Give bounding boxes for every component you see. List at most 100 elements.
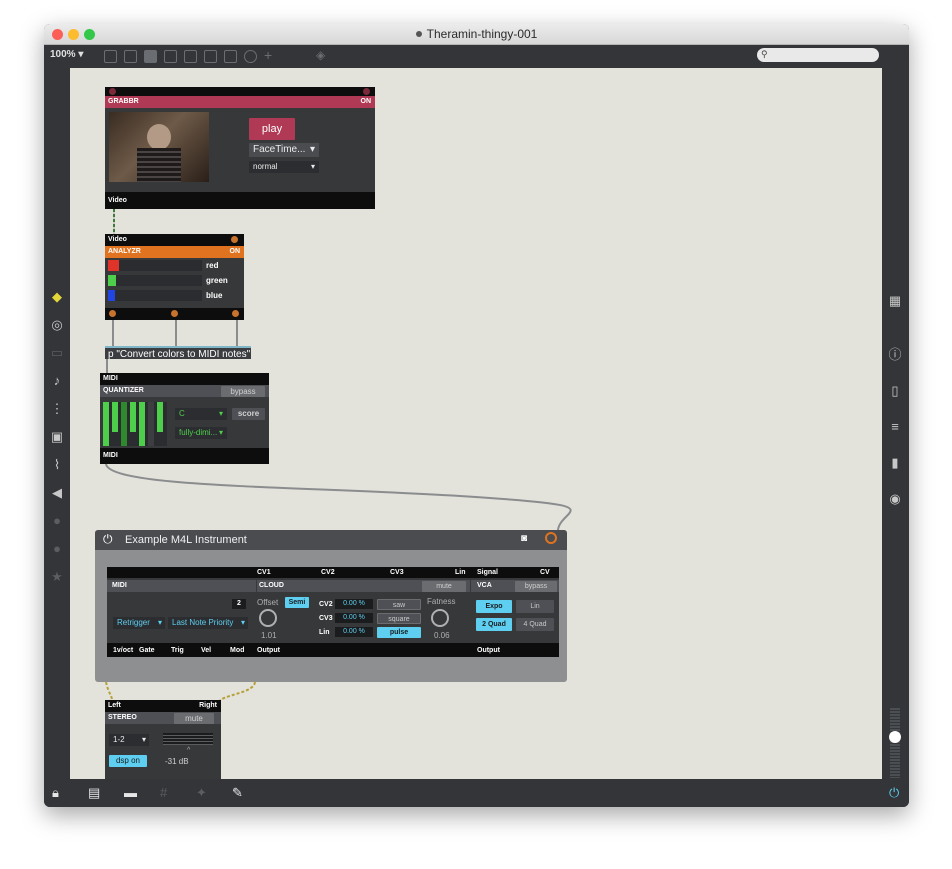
cv2-value[interactable]: 0.00 %: [335, 599, 373, 609]
right-sidebar: ▦ ⓘ ▯ ≡ ▮ ◉: [882, 68, 908, 779]
stereo-inputs: Left Right: [105, 700, 221, 712]
object-icon[interactable]: [164, 50, 177, 63]
grid-toggle-icon[interactable]: #: [160, 786, 167, 800]
left-sidebar: ◆ ◎ ▭ ♪ ⋮ ▣ ⌇ ◀ ● ● ★: [44, 68, 70, 779]
voices-number[interactable]: 2: [232, 599, 246, 609]
list-icon[interactable]: ≡: [888, 420, 902, 434]
cv1-label: CV1: [257, 569, 271, 576]
patcher-canvas: GRABBR ON play FaceTime... ▾ normal ▾ Video…: [70, 68, 882, 790]
retrigger-value: Retrigger: [117, 618, 150, 627]
octave-label: 1v/oct: [113, 647, 134, 654]
image-icon[interactable]: ▣: [50, 430, 64, 444]
signal-label: Signal: [477, 569, 499, 576]
channel-dropdown[interactable]: 1-2 ▾: [109, 734, 149, 746]
magic-icon[interactable]: ✦: [196, 786, 207, 800]
slideshow-icon[interactable]: ▬: [124, 786, 137, 800]
quad4-button[interactable]: 4 Quad: [516, 618, 554, 631]
trig-label: Trig: [171, 647, 184, 654]
saw-button[interactable]: saw: [377, 599, 421, 610]
bottom-toolbar: 🔒︎ ▤ ▬ # ✦ ✎ ⏻: [44, 779, 909, 807]
p-icon[interactable]: ●: [50, 514, 64, 528]
info-icon[interactable]: ⓘ: [888, 348, 902, 362]
paint-bucket-icon[interactable]: ◈: [316, 48, 325, 62]
zoom-menu[interactable]: 100% ▾: [50, 49, 83, 60]
package-icon[interactable]: ◆: [50, 290, 64, 304]
presentation-icon[interactable]: [104, 50, 117, 63]
edit-icon[interactable]: [124, 50, 137, 63]
instrument-bpatcher: ⏻ Example M4L Instrument ◙ CV1 CV2 CV3 L…: [95, 530, 567, 682]
music-note-icon[interactable]: ♪: [50, 374, 64, 388]
channel-value: 1-2: [113, 735, 125, 744]
priority-dropdown[interactable]: Last Note Priority ▾: [168, 617, 248, 629]
right-label: Right: [199, 702, 217, 709]
stereo-device: Left Right STEREO mute 1-2 ▾ ^ dsp on -31 …: [105, 700, 221, 790]
cv3-row-label: CV3: [319, 615, 333, 622]
title-bar: Theramin-thingy-001: [44, 24, 909, 45]
window-title: Theramin-thingy-001: [44, 27, 909, 41]
search-icon: ⚲: [761, 49, 768, 59]
audio-power-icon[interactable]: ⏻: [889, 786, 899, 800]
lin-row-label: Lin: [319, 629, 330, 636]
priority-value: Last Note Priority: [172, 618, 234, 627]
lin-value[interactable]: 0.00 %: [335, 627, 373, 637]
comment-icon[interactable]: [144, 50, 157, 63]
step-icon[interactable]: ⋮: [50, 402, 64, 416]
dsp-toggle[interactable]: dsp on: [109, 755, 147, 767]
power-icon[interactable]: ⏻: [103, 532, 113, 547]
stereo-level-meter: [163, 733, 213, 745]
output2-label: Output: [477, 647, 500, 654]
instrument-title: Example M4L Instrument: [125, 534, 247, 546]
semi-toggle[interactable]: Semi: [285, 597, 309, 608]
gate-label: Gate: [139, 647, 155, 654]
quad2-button[interactable]: 2 Quad: [476, 618, 512, 631]
square-button[interactable]: square: [377, 613, 421, 624]
left-label: Left: [108, 702, 121, 709]
offset-dial[interactable]: [259, 609, 277, 627]
cv3-value[interactable]: 0.00 %: [335, 613, 373, 623]
instrument-titlebar: ⏻ Example M4L Instrument ◙: [95, 530, 567, 550]
fatness-label: Fatness: [427, 597, 456, 606]
dial-icon[interactable]: [244, 50, 257, 63]
lock-icon[interactable]: 🔒︎: [52, 786, 59, 800]
mod-label: Mod: [230, 647, 245, 654]
fatness-value: 0.06: [434, 631, 450, 640]
wrench-icon[interactable]: ✎: [232, 786, 243, 800]
message-icon[interactable]: [184, 50, 197, 63]
search-input[interactable]: ⚲: [757, 48, 879, 62]
device-icon[interactable]: [545, 532, 557, 544]
book-icon[interactable]: ▯: [888, 384, 902, 398]
books-icon[interactable]: ▮: [888, 456, 902, 470]
meter-marker: ^: [187, 747, 191, 754]
grid-icon[interactable]: ▦: [888, 294, 902, 308]
master-volume-slider[interactable]: [889, 731, 901, 743]
left-audio-cable: [105, 681, 113, 701]
snapshot-icon[interactable]: ◙: [521, 533, 527, 544]
number-icon[interactable]: [204, 50, 217, 63]
cv2-label: CV2: [321, 569, 335, 576]
retrigger-dropdown[interactable]: Retrigger ▾: [113, 617, 165, 629]
expo-button[interactable]: Expo: [476, 600, 512, 613]
cv3-label: CV3: [390, 569, 404, 576]
presentation-mode-icon[interactable]: ▤: [88, 786, 100, 800]
vca-bypass-button[interactable]: bypass: [515, 581, 557, 592]
offset-value: 1.01: [261, 631, 277, 640]
chevron-down-icon: ▾: [141, 735, 146, 744]
vel-label: Vel: [201, 647, 212, 654]
paperclip-icon[interactable]: ⌇: [50, 458, 64, 472]
slider-icon[interactable]: [224, 50, 237, 63]
midi-header: MIDI: [107, 580, 256, 592]
vca-lin-button[interactable]: Lin: [516, 600, 554, 613]
target-icon[interactable]: ◎: [50, 318, 64, 332]
window-icon[interactable]: ▭: [50, 346, 64, 360]
add-icon[interactable]: +: [264, 47, 272, 63]
right-audio-cable: [219, 681, 256, 701]
camera-icon[interactable]: ◉: [888, 492, 902, 506]
cloud-mute-button[interactable]: mute: [422, 581, 466, 592]
star-icon[interactable]: ★: [50, 570, 64, 584]
plug-icon[interactable]: ◀: [50, 486, 64, 500]
pulse-button[interactable]: pulse: [377, 627, 421, 638]
chevron-down-icon: ▾: [157, 618, 162, 627]
fatness-dial[interactable]: [431, 609, 449, 627]
stereo-mute-button[interactable]: mute: [174, 713, 214, 724]
o-icon[interactable]: ●: [50, 542, 64, 556]
